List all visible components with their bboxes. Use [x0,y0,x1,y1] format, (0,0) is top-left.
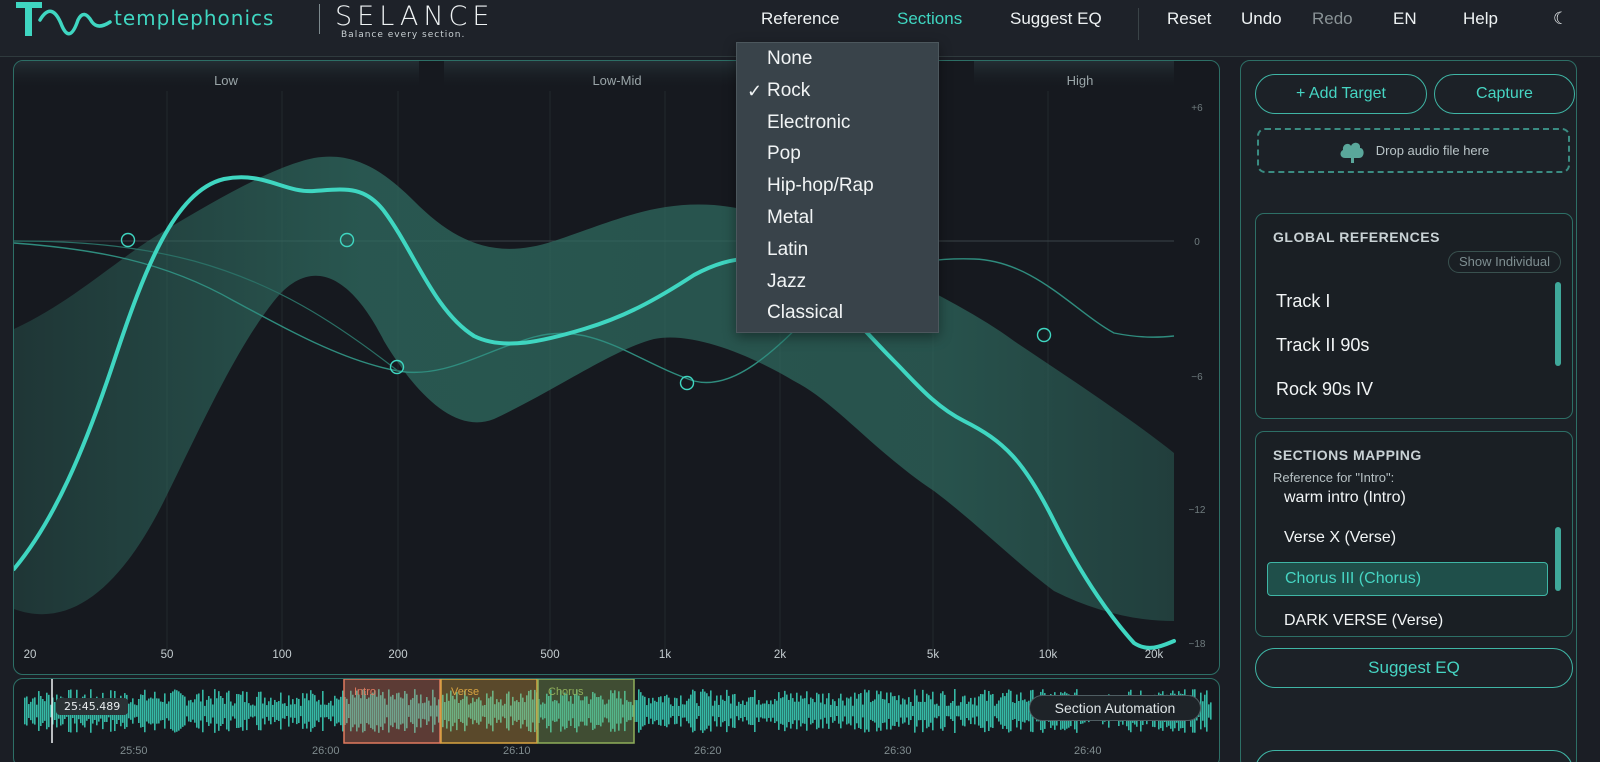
segment-label-intro[interactable]: Intro [354,686,376,698]
reference-dropdown-menu: None ✓ Rock Electronic Pop Hip-hop/Rap Me… [736,42,939,333]
db-tick: −12 [1189,505,1206,516]
dropdown-option-label: Rock [767,79,811,101]
brand-name: templephonics [114,6,275,30]
section-map-item-selected[interactable]: Chorus III (Chorus) [1267,562,1548,596]
sections-mapping-subtitle: Reference for "Intro": [1273,470,1395,485]
cloud-upload-icon [1340,142,1364,163]
dropdown-option-metal[interactable]: Metal [737,202,938,234]
eq-graph[interactable]: Low Low-Mid High 20 50 100 200 500 1k 2k… [14,61,1220,675]
redo-button[interactable]: Redo [1312,9,1353,29]
dropdown-option-classical[interactable]: Classical [737,297,938,329]
dropdown-option-electronic[interactable]: Electronic [737,107,938,139]
nav-suggest-eq[interactable]: Suggest EQ [1010,9,1102,29]
checkmark-icon: ✓ [747,80,763,101]
freq-tick: 500 [540,649,559,661]
product-logo: SELANCE Balance every section. [335,1,495,41]
section-map-item[interactable]: Verse X (Verse) [1284,529,1396,547]
freq-tick: 20 [24,649,37,661]
time-tick: 25:50 [120,745,148,757]
audio-drop-zone[interactable]: Drop audio file here [1257,128,1570,173]
templephonics-logo-icon [16,2,112,36]
time-tick: 26:20 [694,745,722,757]
product-name: SELANCE [335,1,495,32]
freq-tick: 2k [774,649,786,661]
dropdown-option-label: Metal [767,206,814,228]
waveform-timeline[interactable]: 25:45.489 Intro Verse Chorus Section Aut… [13,678,1220,762]
drop-zone-label: Drop audio file here [1375,143,1490,158]
dropdown-option-label: Jazz [767,270,807,292]
reference-range-band [14,156,1174,621]
sections-mapping-scrollbar[interactable] [1555,527,1561,591]
eq-graph-panel[interactable]: Low Low-Mid High 20 50 100 200 500 1k 2k… [13,60,1220,675]
nav-divider [1138,8,1139,40]
moon-icon[interactable]: ☾ [1553,9,1568,29]
chorus-only-eq-button[interactable]: Chorus-only EQ [1255,750,1573,762]
db-tick: −18 [1189,639,1206,650]
dropdown-option-latin[interactable]: Latin [737,234,938,266]
playhead-time: 25:45.489 [56,698,129,715]
band-label-low: Low [214,73,238,88]
dropdown-option-label: None [767,48,813,69]
suggest-eq-button[interactable]: Suggest EQ [1255,648,1573,688]
dropdown-option-none[interactable]: None [737,43,938,75]
language-button[interactable]: EN [1393,9,1417,29]
db-tick: 0 [1194,237,1200,248]
eq-node[interactable] [120,232,136,248]
db-tick: −6 [1191,372,1203,383]
dropdown-option-hiphop[interactable]: Hip-hop/Rap [737,170,938,202]
band-label-high: High [1067,73,1094,88]
brand-divider [319,4,320,34]
freq-tick: 5k [927,649,939,661]
eq-node[interactable] [1036,327,1052,343]
nav-reference[interactable]: Reference [761,9,839,29]
freq-tick: 100 [272,649,291,661]
segment-label-verse[interactable]: Verse [451,686,479,698]
show-individual-button[interactable]: Show Individual [1447,251,1561,273]
global-refs-scrollbar[interactable] [1555,282,1561,366]
db-tick: +6 [1191,103,1203,114]
time-tick: 26:10 [503,745,531,757]
global-ref-item[interactable]: Rock 90s IV [1276,379,1373,400]
sections-mapping-title: SECTIONS MAPPING [1273,447,1422,463]
band-label-low-mid: Low-Mid [592,73,641,88]
global-references-card: GLOBAL REFERENCES Show Individual Track … [1255,213,1573,419]
reset-button[interactable]: Reset [1167,9,1211,29]
dropdown-option-pop[interactable]: Pop [737,138,938,170]
time-tick: 26:30 [884,745,912,757]
freq-tick: 10k [1039,649,1058,661]
dropdown-option-label: Classical [767,302,844,324]
section-map-item[interactable]: warm intro (Intro) [1284,489,1406,507]
dropdown-option-label: Hip-hop/Rap [767,175,874,197]
freq-tick: 1k [659,649,671,661]
dropdown-option-label: Latin [767,238,809,260]
freq-tick: 200 [388,649,407,661]
segment-label-chorus[interactable]: Chorus [548,686,583,698]
add-target-button[interactable]: + Add Target [1255,74,1427,114]
dropdown-option-rock[interactable]: ✓ Rock [737,75,938,107]
section-automation-button[interactable]: Section Automation [1029,695,1201,721]
freq-tick: 50 [161,649,174,661]
global-ref-item[interactable]: Track II 90s [1276,335,1369,356]
side-panel: + Add Target Capture Drop audio file her… [1240,60,1577,762]
dropdown-option-label: Pop [767,143,801,165]
dropdown-option-label: Electronic [767,111,851,133]
brand: templephonics [12,0,274,44]
dropdown-option-jazz[interactable]: Jazz [737,266,938,298]
sections-mapping-card: SECTIONS MAPPING Reference for "Intro": … [1255,431,1573,637]
global-ref-item[interactable]: Track I [1276,291,1330,312]
time-ruler: 25:50 26:00 26:10 26:20 26:30 26:40 [14,745,1219,759]
nav-sections[interactable]: Sections [897,9,962,29]
capture-button[interactable]: Capture [1434,74,1575,114]
time-tick: 26:40 [1074,745,1102,757]
help-button[interactable]: Help [1463,9,1498,29]
time-tick: 26:00 [312,745,340,757]
freq-tick: 20k [1145,649,1164,661]
undo-button[interactable]: Undo [1241,9,1282,29]
section-map-item[interactable]: DARK VERSE (Verse) [1284,612,1443,630]
global-references-title: GLOBAL REFERENCES [1273,229,1440,245]
